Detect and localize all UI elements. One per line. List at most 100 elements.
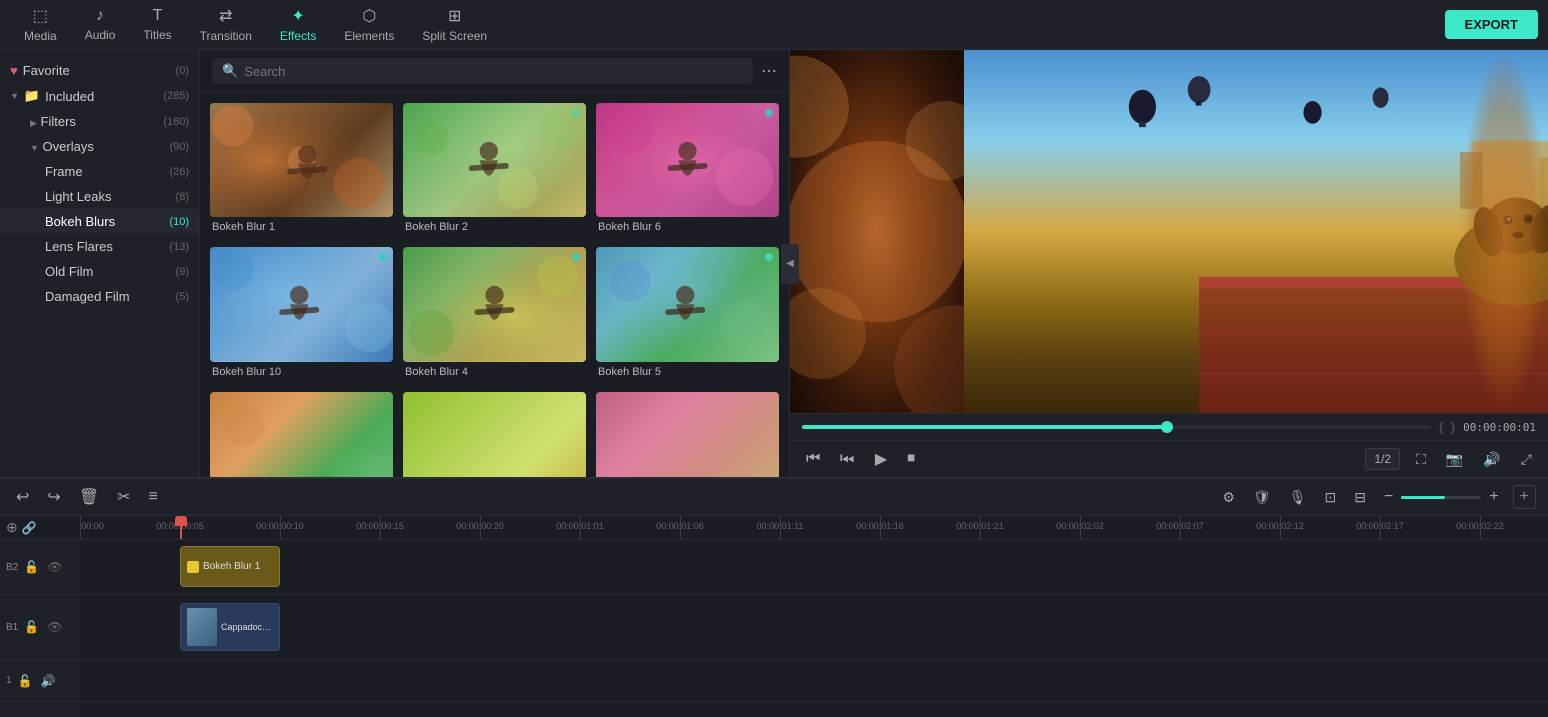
effect-item-bokeh6[interactable]: Bokeh Blur 6 — [596, 103, 779, 237]
sidebar-item-filters[interactable]: ▶ Filters (160) — [0, 109, 199, 134]
bracket-left: { — [1439, 420, 1443, 434]
nav-transition[interactable]: ⇄ Transition — [186, 1, 266, 48]
sidebar-item-overlays[interactable]: ▼ Overlays (90) — [0, 134, 199, 159]
chevron-left-icon: ◀ — [786, 258, 794, 269]
ruler-label-0: 00:00:00:00 — [80, 521, 104, 531]
effect-item-bokeh7[interactable]: Bokeh Blur 7 — [210, 392, 393, 477]
render-icon[interactable]: ⚙ — [1218, 487, 1239, 508]
left-panel: ♥ Favorite (0) ▼ 📁 Included (285) ▶ Filt… — [0, 50, 200, 477]
mic-icon[interactable]: 🎙 — [1285, 487, 1311, 508]
nav-titles-label: Titles — [143, 28, 171, 42]
snapshot-icon[interactable]: 📷 — [1442, 447, 1467, 472]
page-indicator[interactable]: 1/2 — [1365, 448, 1400, 470]
shield-icon[interactable]: 🛡 — [1249, 487, 1275, 508]
stop-button[interactable]: ⏹ — [903, 446, 919, 472]
fullscreen-icon[interactable]: ⤢ — [1517, 447, 1536, 472]
nav-media[interactable]: ⬚ Media — [10, 1, 71, 48]
light-leaks-count: (8) — [176, 191, 189, 203]
bokeh-blurs-count: (10) — [169, 216, 189, 228]
ruler-label-4: 00:00:00:20 — [456, 521, 504, 531]
nav-splitscreen[interactable]: ⊞ Split Screen — [408, 1, 501, 48]
nav-elements-label: Elements — [344, 29, 394, 43]
zoom-in-button[interactable]: + — [1485, 486, 1502, 508]
split-view-icon[interactable]: ⊟ — [1350, 487, 1370, 508]
effect-item-bokeh9[interactable]: Bokeh Blur 9 — [596, 392, 779, 477]
favorite-label: Favorite — [23, 63, 70, 78]
audio-track-label: 1 🔓 🔊 — [0, 660, 80, 702]
timeline-scroll-area[interactable]: 00:00:00:0000:00:00:0500:00:00:1000:00:0… — [80, 516, 1548, 717]
favorite-count: (0) — [176, 65, 189, 77]
frame-back-button[interactable]: ⏭ — [836, 446, 858, 472]
fit-screen-icon[interactable]: ⛶ — [1412, 447, 1430, 472]
progress-thumb[interactable] — [1161, 421, 1173, 433]
add-track-button[interactable]: + — [1513, 485, 1536, 509]
nav-audio[interactable]: ♪ Audio — [71, 2, 130, 47]
grid-view-icon[interactable]: ⋯ — [761, 61, 777, 81]
sidebar-item-frame[interactable]: Frame (26) — [0, 159, 199, 184]
search-box[interactable]: 🔍 — [212, 58, 753, 84]
video-track-num: B1 — [6, 622, 18, 633]
sidebar-item-damaged-film[interactable]: Damaged Film (5) — [0, 284, 199, 309]
video-track-label: B1 🔓 👁 — [0, 595, 80, 660]
lock-button-2[interactable]: 🔓 — [22, 618, 41, 636]
ruler-label-13: 00:00:02:17 — [1356, 521, 1404, 531]
nav-effects[interactable]: ✦ Effects — [266, 1, 330, 48]
video-clip[interactable]: CappadociaHotAirBa... — [180, 603, 280, 651]
effect-item-bokeh10[interactable]: Bokeh Blur 10 — [210, 247, 393, 381]
add-clip-icon[interactable]: ⊕ — [6, 519, 18, 536]
sidebar-item-lens-flares[interactable]: Lens Flares (13) — [0, 234, 199, 259]
ruler-label-9: 00:00:01:21 — [956, 521, 1004, 531]
old-film-count: (9) — [176, 266, 189, 278]
sidebar-item-included[interactable]: ▼ 📁 Included (285) — [0, 83, 199, 109]
ruler-label-5: 00:00:01:01 — [556, 521, 604, 531]
sidebar-item-old-film[interactable]: Old Film (9) — [0, 259, 199, 284]
volume-track-button[interactable]: 🔊 — [39, 672, 58, 690]
cut-button[interactable]: ✂ — [113, 485, 134, 509]
nav-titles[interactable]: T Titles — [129, 2, 185, 47]
export-button[interactable]: EXPORT — [1445, 10, 1538, 39]
sidebar-item-favorite[interactable]: ♥ Favorite (0) — [0, 58, 199, 83]
transition-icon: ⇄ — [219, 6, 232, 26]
step-back-button[interactable]: ⏮ — [802, 446, 824, 472]
search-input[interactable] — [244, 64, 743, 79]
eye-button-2[interactable]: 👁 — [45, 618, 64, 636]
preview-main — [964, 50, 1548, 413]
effect-item-bokeh1[interactable]: Bokeh Blur 1 — [210, 103, 393, 237]
effect-clip-bokeh1[interactable]: Bokeh Blur 1 — [180, 546, 280, 587]
undo-button[interactable]: ↩ — [12, 485, 33, 509]
timeline: ↩ ↪ 🗑 ✂ ≡ ⚙ 🛡 🎙 ⊡ ⊟ − + + ⊕ 🔗 — [0, 477, 1548, 717]
delete-button[interactable]: 🗑 — [75, 485, 103, 509]
ruler-label-row: ⊕ 🔗 — [0, 516, 80, 540]
play-button[interactable]: ▶ — [871, 445, 891, 473]
caption-icon[interactable]: ⊡ — [1321, 487, 1341, 508]
media-icon: ⬚ — [33, 6, 48, 26]
zoom-controls: − + — [1380, 486, 1503, 508]
lock-button[interactable]: 🔓 — [22, 558, 41, 576]
damaged-film-label: Damaged Film — [45, 289, 130, 304]
progress-container[interactable] — [802, 425, 1431, 429]
bokeh5-label: Bokeh Blur 5 — [596, 362, 779, 382]
effect-item-bokeh2[interactable]: Bokeh Blur 2 — [403, 103, 586, 237]
redo-button[interactable]: ↪ — [43, 485, 64, 509]
included-label: Included — [45, 89, 94, 104]
bokeh4-label: Bokeh Blur 4 — [403, 362, 586, 382]
volume-icon[interactable]: 🔊 — [1479, 447, 1504, 472]
sidebar-item-bokeh-blurs[interactable]: Bokeh Blurs (10) — [0, 209, 199, 234]
effect-item-bokeh5[interactable]: Bokeh Blur 5 — [596, 247, 779, 381]
link-icon[interactable]: 🔗 — [22, 521, 37, 535]
effect-track-label: B2 🔓 👁 — [0, 540, 80, 595]
timeline-body: ⊕ 🔗 B2 🔓 👁 B1 🔓 👁 1 🔓 — [0, 516, 1548, 717]
zoom-slider[interactable] — [1401, 496, 1481, 499]
eye-button[interactable]: 👁 — [45, 558, 64, 576]
lock-button-3[interactable]: 🔓 — [16, 672, 35, 690]
settings-button[interactable]: ≡ — [145, 486, 162, 508]
nav-elements[interactable]: ⬡ Elements — [330, 1, 408, 48]
zoom-out-button[interactable]: − — [1380, 486, 1397, 508]
collapse-panel-button[interactable]: ◀ — [781, 244, 799, 284]
sidebar-item-light-leaks[interactable]: Light Leaks (8) — [0, 184, 199, 209]
effect-item-bokeh8[interactable]: Bokeh Blur 8 — [403, 392, 586, 477]
track-labels: ⊕ 🔗 B2 🔓 👁 B1 🔓 👁 1 🔓 — [0, 516, 80, 717]
effect-clip-icon — [187, 561, 199, 573]
ruler-label-14: 00:00:02:22 — [1456, 521, 1504, 531]
effect-item-bokeh4[interactable]: Bokeh Blur 4 — [403, 247, 586, 381]
